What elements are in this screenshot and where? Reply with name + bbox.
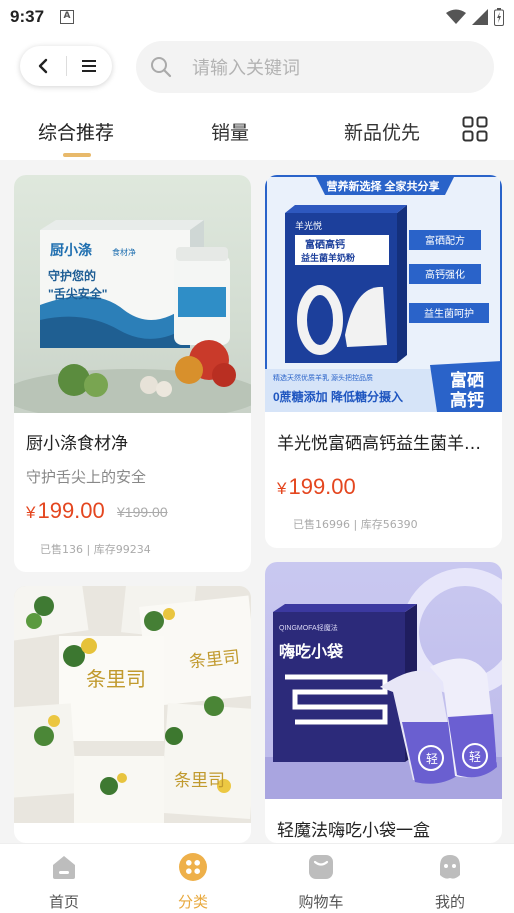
product-price: ¥199.00 — [26, 498, 105, 524]
nav-home[interactable]: 首页 — [0, 844, 128, 913]
menu-icon — [82, 60, 97, 72]
svg-text:富硒: 富硒 — [450, 370, 484, 390]
product-card[interactable]: 条里司 条里司 条里司 — [14, 586, 251, 843]
nav-label: 购物车 — [298, 893, 344, 911]
product-illustration: 厨小涤 食材净 守护您的 "舌尖安全" — [14, 220, 251, 413]
svg-text:高钙: 高钙 — [450, 390, 484, 410]
category-icon — [179, 853, 207, 881]
chevron-left-icon — [38, 58, 47, 74]
image-tag: 食材净 — [112, 247, 136, 257]
image-brand: QINGMOFA轻魔法 — [279, 623, 338, 632]
image-fineprint: 精选天然优质羊乳 源头把控品质 — [273, 373, 373, 382]
nav-capsule — [20, 46, 112, 86]
signal-icon — [472, 9, 488, 25]
profile-icon — [436, 853, 464, 881]
currency-symbol: ¥ — [26, 503, 36, 522]
tab-recommended[interactable]: 综合推荐 — [38, 118, 114, 145]
product-illustration: 条里司 条里司 条里司 — [14, 586, 251, 823]
header: 请输入关键词 — [0, 34, 514, 100]
product-title: 轻魔法嗨吃小袋一盒 — [277, 821, 430, 841]
active-tab-indicator — [63, 153, 91, 157]
sold-stock: 已售16996 | 库存56390 — [293, 518, 418, 531]
search-icon — [151, 57, 172, 78]
product-title: 厨小涤食材净 — [26, 434, 128, 454]
cart-icon — [307, 853, 335, 881]
svg-text:益生菌羊奶粉: 益生菌羊奶粉 — [301, 252, 355, 263]
image-slogan-2: "舌尖安全" — [48, 286, 107, 301]
product-price: ¥199.00 — [277, 474, 356, 500]
back-button[interactable] — [20, 46, 66, 86]
sort-tabs: 综合推荐 销量 新品优先 — [0, 100, 514, 160]
nav-label: 分类 — [177, 893, 208, 911]
svg-text:富硒高钙: 富硒高钙 — [305, 238, 345, 251]
image-banner: 营养新选择 全家共分享 — [326, 179, 439, 193]
image-feature-2: 高钙强化 — [425, 268, 465, 281]
home-icon — [50, 853, 78, 881]
product-card[interactable]: QINGMOFA轻魔法 嗨吃小袋 轻 轻 轻魔法嗨吃小袋一盒 — [265, 562, 502, 843]
nav-category[interactable]: 分类 — [129, 844, 257, 913]
product-image: QINGMOFA轻魔法 嗨吃小袋 轻 轻 — [265, 562, 502, 799]
nav-profile[interactable]: 我的 — [386, 844, 514, 913]
image-brand: 羊光悦 — [295, 220, 322, 231]
status-bar: 9:37 A — [0, 0, 514, 34]
image-feature-3: 益生菌呵护 — [424, 307, 474, 320]
nav-label: 首页 — [48, 893, 79, 911]
image-slogan-1: 守护您的 — [48, 268, 96, 283]
image-feature-1: 富硒配方 — [425, 234, 465, 247]
product-image: 条里司 条里司 条里司 — [14, 586, 251, 823]
status-time: 9:37 — [10, 7, 45, 26]
product-card[interactable]: 厨小涤 食材净 守护您的 "舌尖安全" 厨小涤食材净 守护舌尖上的安全 ¥199… — [14, 175, 251, 572]
nav-label: 我的 — [434, 893, 465, 911]
price-value: 199.00 — [37, 498, 105, 523]
grid-view-icon[interactable] — [462, 116, 488, 142]
sold-stock: 已售136 | 库存99234 — [40, 543, 151, 556]
image-brand: 条里司 — [86, 668, 146, 691]
image-product: 嗨吃小袋 — [279, 642, 344, 661]
product-illustration: QINGMOFA轻魔法 嗨吃小袋 轻 轻 — [265, 568, 502, 799]
price-value: 199.00 — [288, 474, 356, 499]
battery-icon — [494, 8, 504, 26]
wifi-icon — [446, 9, 466, 24]
status-icons — [446, 8, 504, 26]
nav-cart[interactable]: 购物车 — [257, 844, 385, 913]
product-card[interactable]: 营养新选择 全家共分享 羊光悦 富硒高钙 益生菌羊奶粉 富硒配方 高钙强化 益生… — [265, 175, 502, 548]
search-placeholder: 请输入关键词 — [192, 58, 300, 79]
product-image: 营养新选择 全家共分享 羊光悦 富硒高钙 益生菌羊奶粉 富硒配方 高钙强化 益生… — [265, 175, 502, 412]
search-input[interactable]: 请输入关键词 — [136, 41, 494, 93]
bottom-nav: 首页 分类 购物车 我的 — [0, 843, 514, 913]
product-title: 羊光悦富硒高钙益生菌羊… — [277, 434, 481, 454]
product-image: 厨小涤 食材净 守护您的 "舌尖安全" — [14, 175, 251, 413]
tab-newest[interactable]: 新品优先 — [344, 118, 420, 145]
image-bottom-text: 0蔗糖添加 降低糖分摄入 — [273, 389, 403, 404]
notification-icon: A — [60, 10, 75, 24]
currency-symbol: ¥ — [277, 479, 287, 498]
tab-sales[interactable]: 销量 — [211, 118, 249, 145]
svg-text:条里司: 条里司 — [174, 771, 225, 790]
original-price: ¥199.00 — [117, 504, 168, 520]
image-brand: 厨小涤 — [50, 242, 92, 258]
menu-button[interactable] — [67, 46, 113, 86]
image-char: 轻 — [426, 752, 438, 766]
product-illustration: 营养新选择 全家共分享 羊光悦 富硒高钙 益生菌羊奶粉 富硒配方 高钙强化 益生… — [265, 175, 502, 412]
svg-text:轻: 轻 — [469, 750, 481, 764]
product-subtitle: 守护舌尖上的安全 — [26, 468, 147, 486]
